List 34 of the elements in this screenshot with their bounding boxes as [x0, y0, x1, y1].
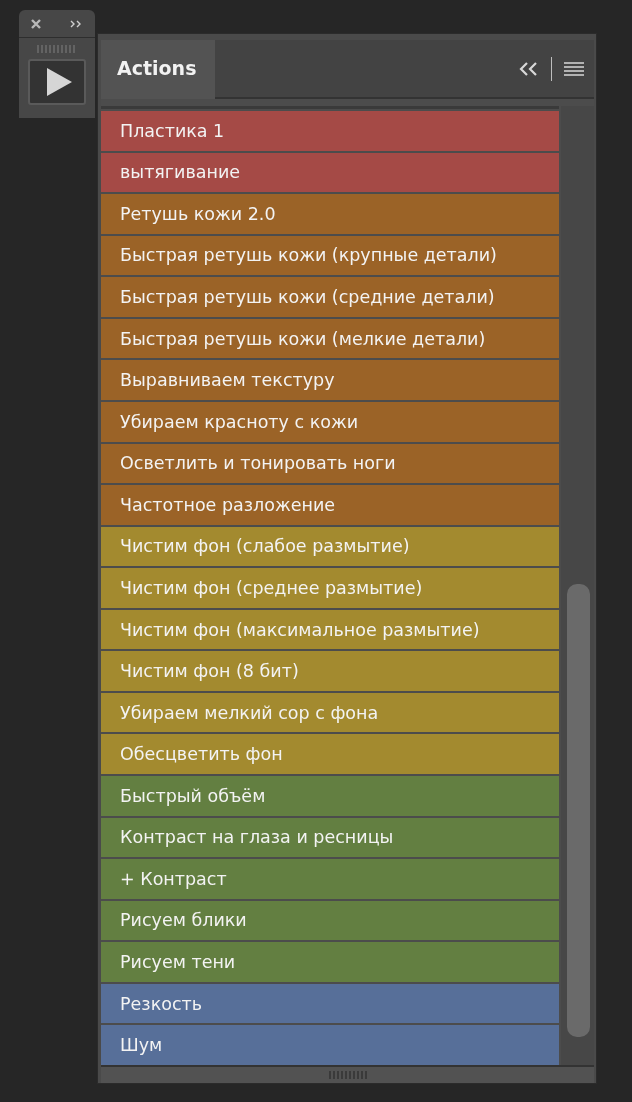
scrollbar-thumb[interactable]	[567, 584, 590, 1037]
action-item[interactable]: Рисуем блики	[101, 900, 560, 941]
panel-tab[interactable]: Actions	[101, 40, 215, 99]
action-item[interactable]: Осветлить и тонировать ноги	[101, 443, 560, 484]
action-item[interactable]: Ретушь кожи 2.0	[101, 194, 560, 234]
resize-grip-icon[interactable]	[328, 1071, 367, 1079]
action-item[interactable]: Убираем красноту с кожи	[101, 401, 560, 442]
action-item[interactable]: Убираем мелкий сор с фона	[101, 692, 560, 733]
action-item[interactable]: Чистим фон (8 бит)	[101, 651, 560, 691]
collapse-icon[interactable]	[519, 61, 539, 76]
grip-icon[interactable]	[37, 45, 77, 53]
action-item[interactable]: Пластика 1	[101, 111, 560, 151]
action-item[interactable]: Контраст на глаза и ресницы	[101, 817, 560, 858]
play-icon	[45, 67, 73, 97]
expand-icon[interactable]	[69, 18, 83, 29]
action-item[interactable]: Чистим фон (максимальное размытие)	[101, 609, 560, 650]
action-item[interactable]: Выравниваем текстуру	[101, 360, 560, 400]
scrollbar[interactable]	[561, 106, 594, 1065]
action-item[interactable]: + Контраст	[101, 859, 560, 899]
action-item[interactable]: Быстрая ретушь кожи (мелкие детали)	[101, 318, 560, 359]
close-icon[interactable]	[30, 17, 42, 30]
action-item[interactable]: Шум	[101, 1025, 560, 1065]
actions-panel-button[interactable]	[28, 59, 86, 105]
action-item[interactable]: Чистим фон (слабое размытие)	[101, 526, 560, 567]
action-item[interactable]: Рисуем тени	[101, 942, 560, 982]
action-item[interactable]: Быстрый объём	[101, 776, 560, 816]
action-item[interactable]: Резкость	[101, 983, 560, 1024]
action-item[interactable]: Обесцветить фон	[101, 734, 560, 774]
action-item[interactable]: Быстрая ретушь кожи (крупные детали)	[101, 235, 560, 276]
action-item[interactable]: Частотное разложение	[101, 485, 560, 525]
action-item[interactable]: вытягивание	[101, 152, 560, 193]
action-item[interactable]: Быстрая ретушь кожи (средние детали)	[101, 277, 560, 317]
action-item[interactable]: Чистим фон (среднее размытие)	[101, 568, 560, 608]
menu-icon[interactable]	[564, 61, 584, 76]
